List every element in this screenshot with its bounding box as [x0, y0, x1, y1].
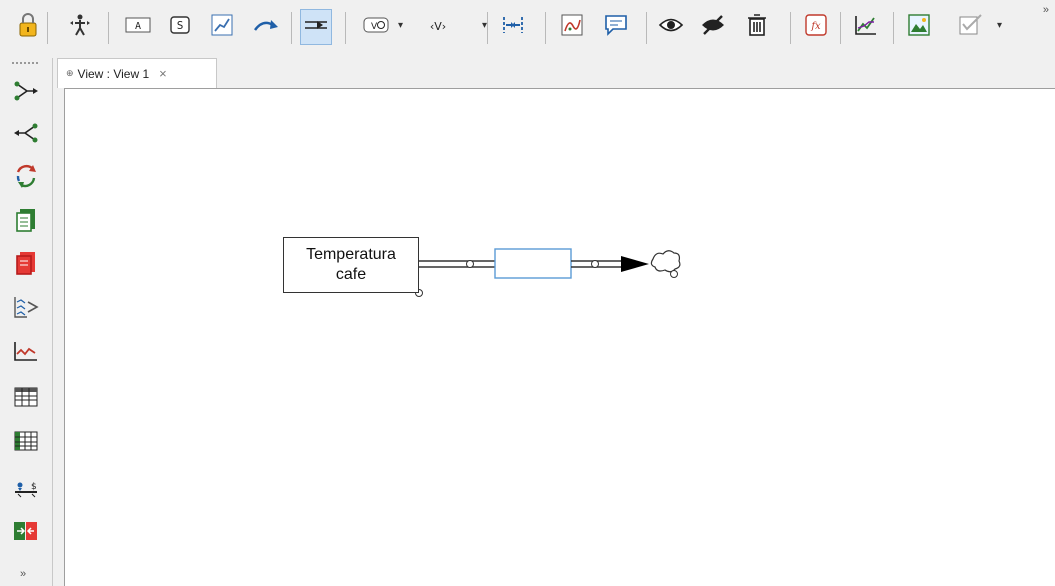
flow-rate-icon [303, 15, 329, 40]
checklist-button[interactable] [955, 9, 987, 45]
balance-button[interactable]: $ [10, 472, 42, 506]
model-canvas[interactable]: Temperatura cafe [64, 88, 1055, 586]
toolbar-more-button[interactable]: » [1043, 4, 1049, 16]
stock-box-icon: S [169, 15, 191, 40]
angle-variable-button[interactable]: ‹V› [420, 9, 456, 45]
show-eye-icon [658, 16, 684, 39]
toolbar-separator [646, 12, 647, 44]
analysis-toolbar: » $ [0, 58, 53, 586]
chevron-down-icon[interactable]: ▾ [997, 20, 1002, 31]
move-pan-button[interactable] [64, 9, 96, 45]
sketch-graph-button[interactable] [556, 9, 588, 45]
tab-close-icon[interactable]: × [159, 66, 167, 81]
toolbar-separator [47, 12, 48, 44]
graph-icon [13, 340, 39, 367]
chevron-down-icon[interactable]: ▾ [398, 20, 403, 31]
arrow-icon [253, 15, 279, 40]
view-icon: ⊕ [66, 68, 74, 78]
document-button[interactable] [10, 205, 42, 239]
stock-temperatura-cafe[interactable]: Temperatura cafe [283, 237, 419, 293]
checklist-icon [959, 13, 983, 41]
toolbar-separator [487, 12, 488, 44]
svg-text:$: $ [31, 482, 37, 492]
flow-valve-right[interactable] [591, 260, 599, 268]
hide-eye-icon [700, 14, 726, 41]
main-toolbar: A S V ‹V› fx ▾ ▾ ▾ » [0, 0, 1055, 59]
lock-button[interactable] [12, 9, 44, 45]
diagram-layer [415, 248, 681, 297]
table-time-down-button[interactable] [10, 426, 42, 460]
cloud-sink-icon[interactable] [650, 250, 681, 273]
chevron-down-icon[interactable]: ▾ [482, 20, 487, 31]
svg-text:‹V›: ‹V› [430, 20, 446, 33]
document-red-icon [15, 250, 37, 281]
comment-button[interactable] [600, 9, 632, 45]
document-red-button[interactable] [10, 248, 42, 282]
tab-label: View : View 1 [77, 66, 150, 81]
runs-compare-icon [13, 519, 39, 548]
tab-view-1[interactable]: ⊕ View : View 1 × [57, 58, 217, 88]
lock-icon [17, 12, 39, 43]
function-button[interactable]: fx [800, 9, 832, 45]
sketch-graph-icon [561, 14, 583, 41]
cloud-handle[interactable] [670, 270, 678, 278]
shadow-variable-button[interactable]: V [358, 9, 394, 45]
line-graph-icon [211, 14, 233, 41]
table-time-down-icon [14, 430, 38, 457]
flow-rate-box[interactable] [494, 248, 572, 279]
move-pan-icon [68, 12, 92, 43]
table-icon [14, 386, 38, 413]
uses-tree-icon [13, 122, 39, 149]
image-button[interactable] [903, 9, 935, 45]
toolbar-grip[interactable] [12, 62, 38, 66]
hide-eye-button[interactable] [697, 9, 729, 45]
causes-tree-button[interactable] [10, 76, 42, 110]
toolbar-separator [893, 12, 894, 44]
view-tabstrip: ⊕ View : View 1 × [53, 58, 1055, 88]
toolbar-separator [345, 12, 346, 44]
variable-box-button[interactable]: A [122, 9, 154, 45]
toolbar-separator [108, 12, 109, 44]
flow-valve-left[interactable] [466, 260, 474, 268]
toolbar-separator [840, 12, 841, 44]
stock-box-button[interactable]: S [164, 9, 196, 45]
sensitivity-graph-icon [854, 14, 878, 41]
loops-icon [13, 163, 39, 194]
angle-variable-icon: ‹V› [425, 15, 451, 40]
svg-text:V: V [371, 22, 378, 32]
svg-text:fx: fx [810, 21, 821, 32]
shadow-variable-icon: V [363, 15, 389, 40]
function-icon: fx [805, 13, 827, 41]
causes-strip-icon [13, 294, 39, 325]
sidebar-more-button[interactable]: » [20, 568, 26, 580]
line-graph-button[interactable] [206, 9, 238, 45]
sensitivity-graph-button[interactable] [850, 9, 882, 45]
show-eye-button[interactable] [655, 9, 687, 45]
causes-strip-button[interactable] [10, 292, 42, 326]
flow-arrowhead [621, 256, 649, 272]
runs-compare-button[interactable] [10, 516, 42, 550]
variable-box-icon: A [125, 16, 151, 39]
loops-button[interactable] [10, 161, 42, 195]
toolbar-separator [291, 12, 292, 44]
delete-trash-button[interactable] [741, 9, 773, 45]
toolbar-separator [790, 12, 791, 44]
balance-icon: $ [13, 476, 39, 503]
uses-tree-button[interactable] [10, 118, 42, 152]
comment-icon [604, 14, 628, 41]
table-button[interactable] [10, 382, 42, 416]
svg-text:A: A [135, 21, 141, 32]
delete-trash-icon [746, 13, 768, 42]
document-icon [15, 207, 37, 238]
svg-text:S: S [177, 19, 184, 32]
merge-icon [501, 13, 525, 42]
arrow-button[interactable] [250, 9, 282, 45]
image-icon [908, 13, 930, 41]
causes-tree-icon [13, 80, 39, 107]
flow-rate-button[interactable] [300, 9, 332, 45]
merge-button[interactable] [497, 9, 529, 45]
graph-button[interactable] [10, 336, 42, 370]
toolbar-separator [545, 12, 546, 44]
